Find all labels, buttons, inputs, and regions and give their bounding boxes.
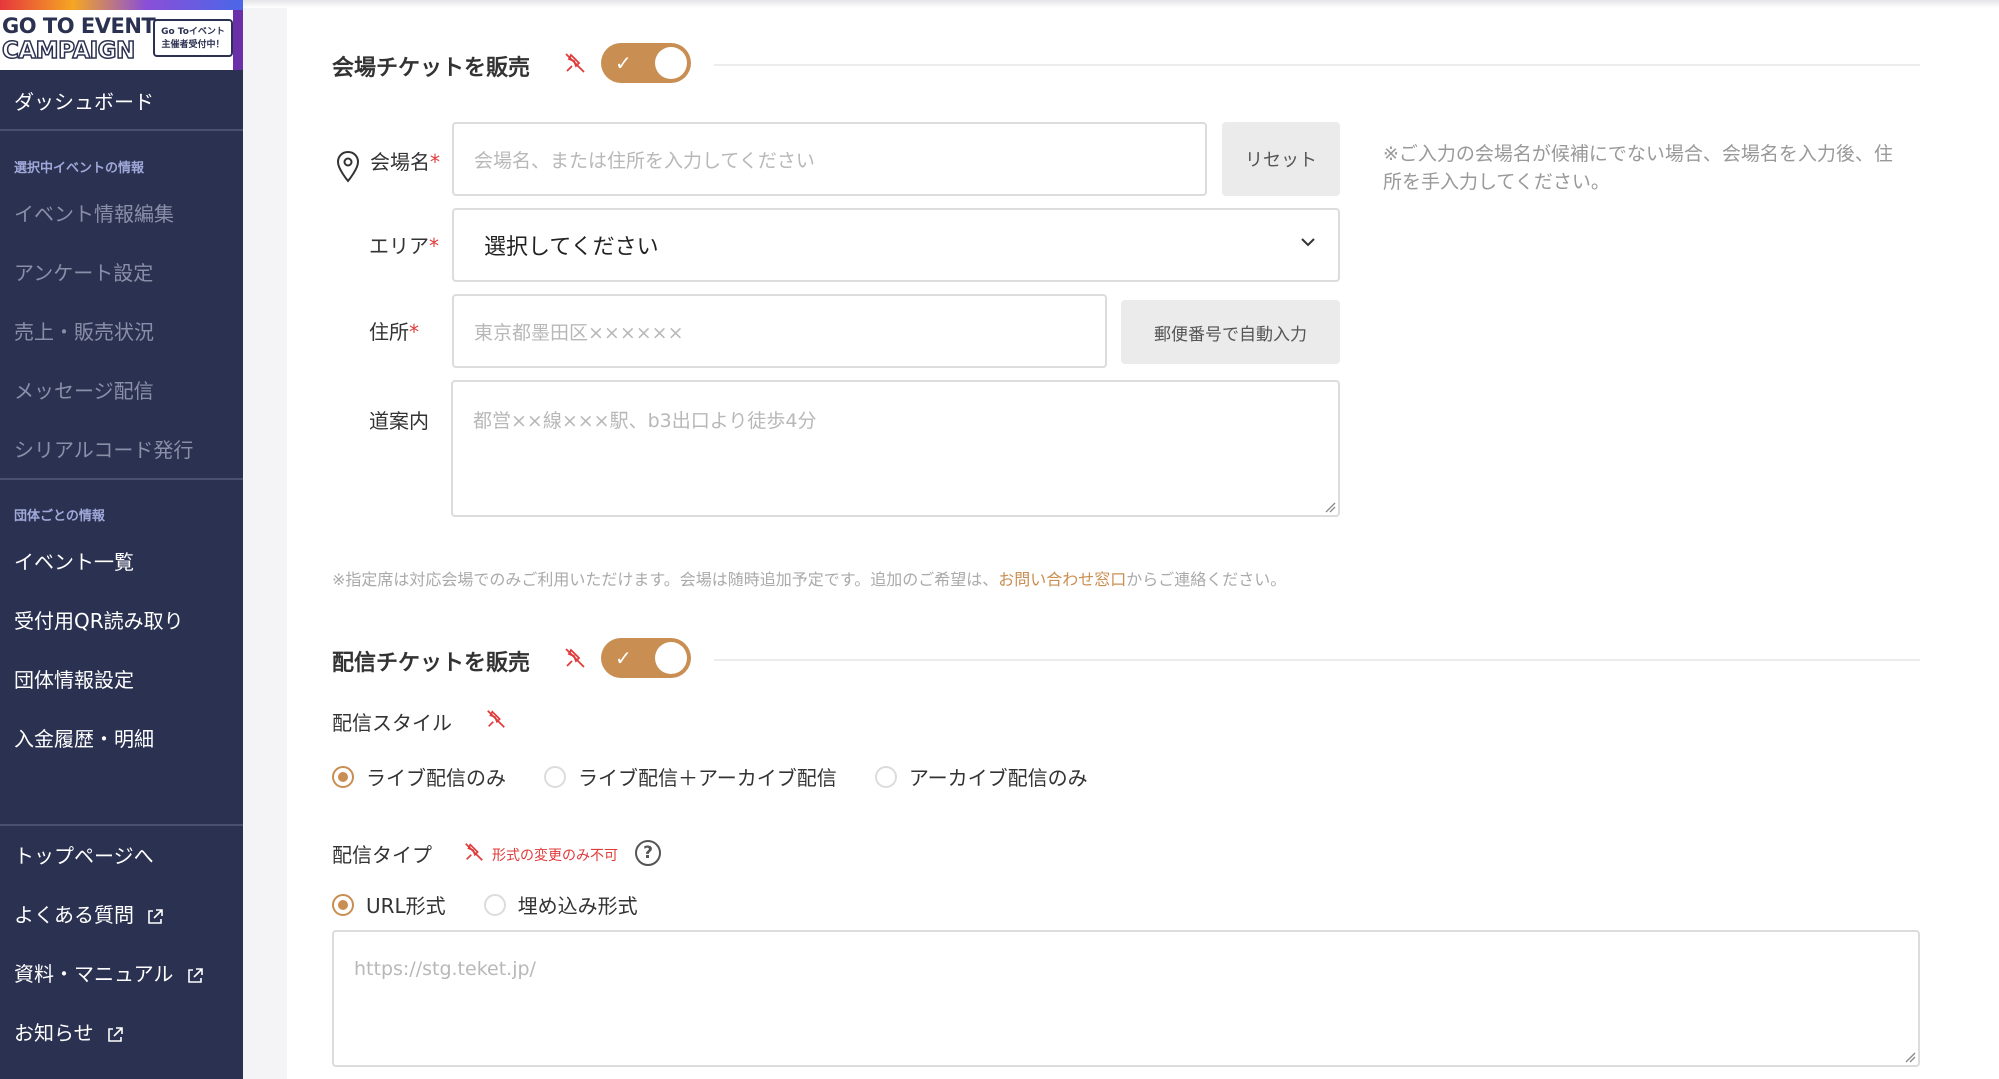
stream-url-textarea[interactable]: https://stg.teket.jp/ [332,930,1920,1067]
pin-off-icon [465,843,483,861]
radio-live-only[interactable]: ライブ配信のみ [332,762,506,791]
sidebar: GO TO EVENT CAMPAIGN Go Toイベント 主催者受付中！ ダ… [0,0,243,1079]
logo-line1: GO TO EVENT [2,14,156,38]
radio-archive-only[interactable]: アーカイブ配信のみ [874,762,1088,791]
seat-fine-print: ※指定席は対応会場でのみご利用いただけます。会場は随時追加予定です。追加のご希望… [332,566,1286,590]
logo-badge-line2: 主催者受付中！ [161,40,225,50]
help-icon[interactable]: ? [635,840,661,866]
logo-line2: CAMPAIGN [1,37,136,65]
sidebar-item-serial-code[interactable]: シリアルコード発行 [14,434,193,463]
toggle-knob [655,47,687,79]
external-link-icon [108,1026,123,1042]
check-icon: ✓ [615,646,632,670]
sidebar-item-manual[interactable]: 資料・マニュアル [14,958,204,987]
sidebar-item-news[interactable]: お知らせ [14,1017,124,1046]
radio-live-archive[interactable]: ライブ配信＋アーカイブ配信 [544,762,837,791]
venue-name-input[interactable]: 会場名、または住所を入力してください [452,122,1207,196]
sidebar-item-group-settings[interactable]: 団体情報設定 [14,664,134,693]
map-pin-icon [336,150,360,183]
contact-link[interactable]: お問い合わせ窓口 [998,570,1126,589]
radio-indicator [483,893,506,916]
sidebar-item-news-label: お知らせ [14,1021,94,1045]
area-label-text: エリア [369,234,429,258]
logo-badge: Go Toイベント 主催者受付中！ [153,19,233,57]
radio-label: ライブ配信のみ [366,766,506,790]
sidebar-item-event-list[interactable]: イベント一覧 [14,546,134,575]
radio-label: ライブ配信＋アーカイブ配信 [578,766,837,790]
section-divider [714,64,1920,66]
campaign-logo[interactable]: GO TO EVENT CAMPAIGN Go Toイベント 主催者受付中！ [0,0,243,70]
chevron-down-icon [1301,238,1315,247]
reset-button[interactable]: リセット [1222,122,1340,196]
address-label-text: 住所 [369,320,409,344]
fine-print-before: ※指定席は対応会場でのみご利用いただけます。会場は随時追加予定です。追加のご希望… [332,570,999,589]
top-shadow [243,0,1999,8]
required-mark: * [429,234,439,258]
fine-print-after: からご連絡ください。 [1126,570,1287,589]
venue-section-title: 会場チケットを販売 [332,56,531,81]
logo-stripe [0,0,243,10]
sidebar-item-messages[interactable]: メッセージ配信 [14,375,154,404]
logo-badge-line1: Go Toイベント [161,27,225,37]
required-mark: * [409,320,419,344]
sidebar-section-group: 団体ごとの情報 [14,509,105,524]
external-link-icon [187,967,203,983]
required-mark: * [430,150,440,174]
stream-type-note: 形式の変更のみ不可 [492,848,618,864]
pin-off-icon [565,648,585,668]
guide-textarea[interactable]: 都営××線×××駅、b3出口より徒歩4分 [451,380,1340,517]
sidebar-item-manual-label: 資料・マニュアル [14,962,174,986]
stream-style-label: 配信スタイル [332,711,452,735]
sidebar-divider [0,824,243,826]
radio-url-format[interactable]: URL形式 [332,890,446,919]
radio-indicator [874,765,897,788]
sidebar-item-event-edit[interactable]: イベント情報編集 [14,198,174,227]
venue-name-label-text: 会場名 [370,150,430,174]
guide-label: 道案内 [369,409,429,433]
address-label: 住所* [369,316,419,345]
resize-handle-icon[interactable] [1904,1051,1916,1063]
radio-embed-format[interactable]: 埋め込み形式 [483,890,638,919]
sidebar-item-sales[interactable]: 売上・販売状況 [14,316,154,345]
toggle-knob [655,642,687,674]
external-link-icon [148,908,164,924]
sidebar-item-qr-reader[interactable]: 受付用QR読み取り [14,605,184,634]
radio-label: URL形式 [366,894,446,918]
sidebar-divider [0,129,243,131]
sidebar-item-payment-history[interactable]: 入金履歴・明細 [14,723,154,752]
radio-indicator [332,765,354,788]
stream-type-label: 配信タイプ [332,843,432,867]
area-select[interactable]: 選択してください [452,208,1340,282]
sidebar-item-faq[interactable]: よくある質問 [14,899,164,928]
pin-off-icon [487,710,505,728]
sidebar-item-dashboard[interactable]: ダッシュボード [14,86,154,115]
sidebar-divider [0,478,243,480]
area-select-value: 選択してください [484,235,659,260]
zip-autofill-button[interactable]: 郵便番号で自動入力 [1121,300,1340,364]
radio-indicator [544,765,566,788]
sidebar-item-faq-label: よくある質問 [14,903,134,927]
resize-handle-icon[interactable] [1324,501,1336,513]
sidebar-item-survey[interactable]: アンケート設定 [14,257,153,286]
stream-type-radio-group: URL形式 埋め込み形式 [332,890,638,919]
logo-accent [233,10,243,70]
radio-label: アーカイブ配信のみ [908,766,1088,790]
stream-toggle[interactable]: ✓ [601,638,691,678]
venue-toggle[interactable]: ✓ [601,43,691,83]
radio-label: 埋め込み形式 [517,894,638,918]
venue-note: ※ご入力の会場名が候補にでない場合、会場名を入力後、住所を手入力してください。 [1383,143,1893,193]
section-divider [714,659,1920,661]
check-icon: ✓ [615,51,632,75]
address-input[interactable]: 東京都墨田区×××××× [452,294,1107,368]
area-label: エリア* [369,230,439,259]
venue-name-label: 会場名* [370,146,440,175]
radio-indicator [332,893,354,916]
sidebar-section-event: 選択中イベントの情報 [14,161,145,176]
stream-style-radio-group: ライブ配信のみ ライブ配信＋アーカイブ配信 アーカイブ配信のみ [332,762,1088,791]
stream-section-title: 配信チケットを販売 [332,651,531,676]
pin-off-icon [565,53,585,73]
sidebar-item-top-page[interactable]: トップページへ [14,840,154,869]
